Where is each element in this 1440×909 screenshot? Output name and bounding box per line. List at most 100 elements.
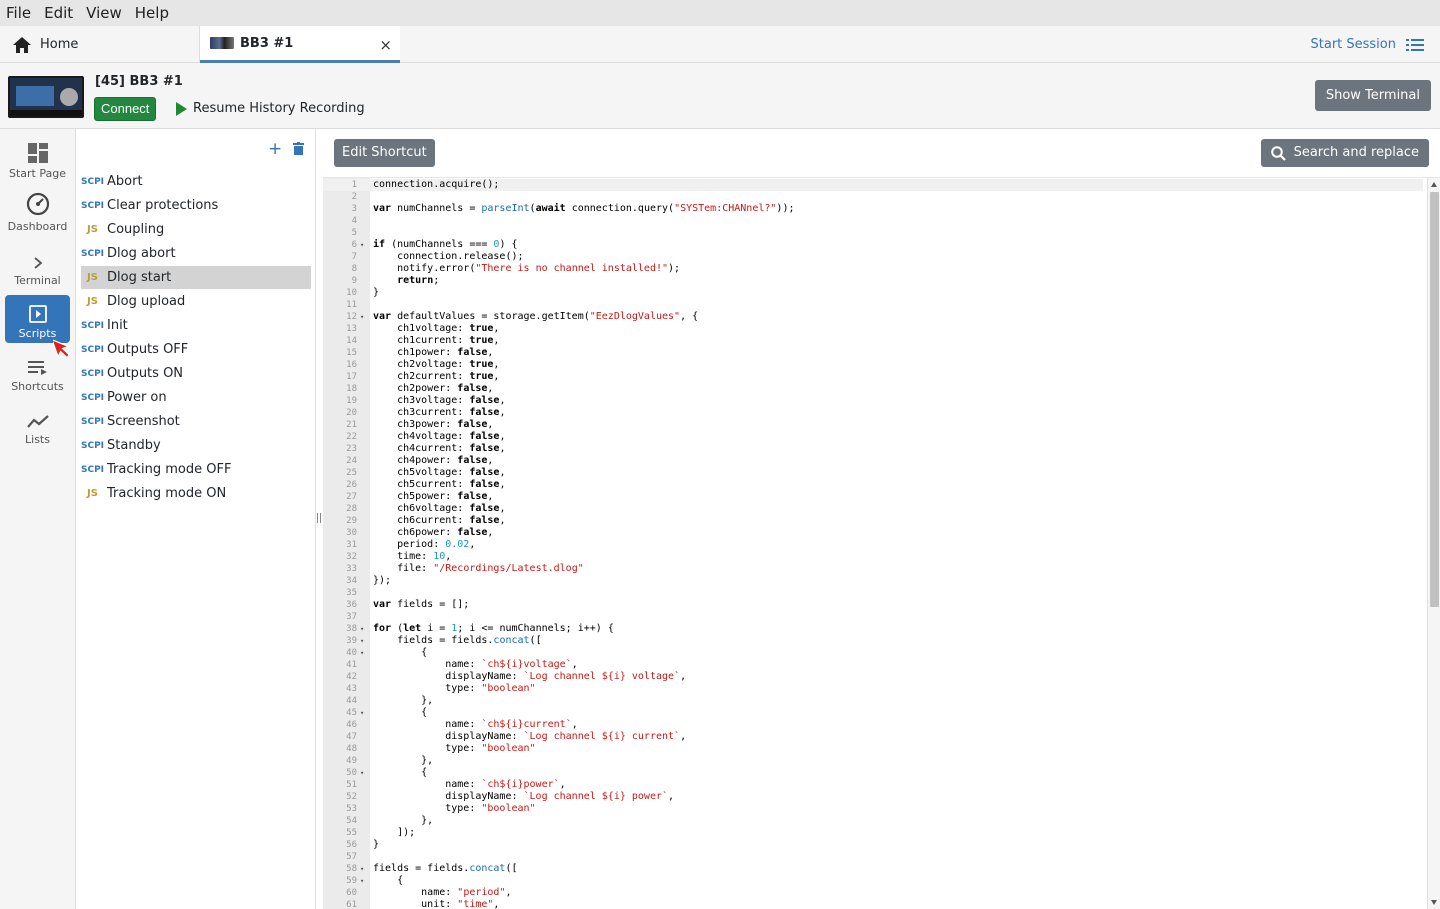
search-replace-button[interactable]: Search and replace [1260,139,1429,167]
play-box-icon [28,305,47,323]
code-text: connection.acquire(); [373,179,500,190]
script-item[interactable]: SCPI Init [81,314,311,337]
line-number: 21 [346,420,357,430]
script-item[interactable]: SCPI Screenshot [81,410,311,433]
line-number: 19 [346,396,357,406]
menu-view[interactable]: View [86,4,122,22]
trash-icon[interactable] [293,142,304,155]
code-line: 46 name: `ch${i}current`, [323,719,1423,731]
code-text: ch4current: false, [373,443,506,454]
code-line: 21 ch3power: false, [323,419,1423,431]
start-session-button[interactable]: Start Session [1311,37,1424,52]
script-item[interactable]: SCPI Abort [81,170,311,193]
code-text: ch3current: false, [373,407,506,418]
script-item[interactable]: SCPI Outputs ON [81,362,311,385]
code-line: 54 }, [323,815,1423,827]
tab-home-label: Home [40,37,79,52]
fold-toggle-icon[interactable]: ▾ [360,647,364,659]
script-item[interactable]: SCPI Power on [81,386,311,409]
instrument-title: [45] BB3 #1 [95,74,183,89]
connect-button[interactable]: Connect [94,97,157,121]
line-number: 54 [346,816,357,826]
line-number: 12 [346,312,357,322]
code-text: ch5voltage: false, [373,467,506,478]
nav-lists[interactable]: Lists [5,401,70,449]
nav-label: Lists [25,433,50,446]
line-number: 1 [351,180,357,190]
line-number: 48 [346,744,357,754]
nav-dashboard[interactable]: Dashboard [5,188,70,236]
script-item[interactable]: JS Dlog upload [81,290,311,313]
tab-instrument-label: BB3 #1 [240,35,294,51]
show-terminal-button[interactable]: Show Terminal [1314,80,1431,111]
panel-splitter[interactable] [317,513,321,523]
code-line: 61 unit: "time", [323,899,1423,909]
script-item[interactable]: SCPI Outputs OFF [81,338,311,361]
script-list-toolbar: + [76,129,315,169]
code-line: 24 ch4power: false, [323,455,1423,467]
script-item[interactable]: JS Coupling [81,218,311,241]
line-number: 49 [346,756,357,766]
script-item[interactable]: SCPI Tracking mode OFF [81,458,311,481]
script-type-badge: JS [87,224,98,235]
fold-toggle-icon[interactable]: ▾ [360,863,364,875]
fold-toggle-icon[interactable]: ▾ [360,767,364,779]
edit-shortcut-button[interactable]: Edit Shortcut [334,139,435,167]
code-line: 22 ch4voltage: false, [323,431,1423,443]
script-item[interactable]: JS Tracking mode ON [81,482,311,505]
code-line: 27 ch5power: false, [323,491,1423,503]
code-editor[interactable]: 1 connection.acquire(); 2 3 var numChannels … [323,177,1440,909]
tab-home[interactable]: Home [0,26,200,63]
code-text: displayName: `Log channel ${i} power`, [373,791,675,802]
resume-history-button[interactable]: Resume History Recording [176,101,365,116]
fold-toggle-icon[interactable]: ▾ [360,707,364,719]
scroll-thumb[interactable] [1430,192,1439,607]
script-item[interactable]: SCPI Standby [81,434,311,457]
close-icon[interactable]: × [379,36,392,54]
script-name: Dlog upload [107,294,186,309]
code-line: 50 ▾ { [323,767,1423,779]
code-line: 60 name: "period", [323,887,1423,899]
tab-instrument[interactable]: BB3 #1 × [200,26,400,63]
menu-edit[interactable]: Edit [44,4,73,22]
mouse-cursor-icon [53,338,70,359]
fold-toggle-icon[interactable]: ▾ [360,635,364,647]
menu-file[interactable]: File [6,4,31,22]
line-number: 5 [351,228,357,238]
scroll-up-icon[interactable] [1431,182,1437,187]
script-item[interactable]: SCPI Clear protections [81,194,311,217]
code-text: ch4power: false, [373,455,494,466]
script-item[interactable]: JS Dlog start [81,266,311,289]
fold-toggle-icon[interactable]: ▾ [360,623,364,635]
fold-toggle-icon[interactable]: ▾ [360,311,364,323]
code-line: 25 ch5voltage: false, [323,467,1423,479]
trend-line-icon [26,415,49,428]
grid-icon [27,143,48,163]
script-type-badge: SCPI [81,248,105,259]
line-number: 31 [346,540,357,550]
nav-terminal[interactable]: Terminal [5,242,70,290]
code-text: unit: "time", [373,899,500,909]
line-number: 4 [351,216,357,226]
code-text: return; [397,275,440,286]
add-icon[interactable]: + [268,139,282,159]
line-number: 16 [346,360,357,370]
line-number: 20 [346,408,357,418]
menu-help[interactable]: Help [135,4,169,22]
code-text: ch3voltage: false, [373,395,506,406]
line-number: 52 [346,792,357,802]
scroll-down-icon[interactable] [1431,900,1437,905]
fold-toggle-icon[interactable]: ▾ [360,875,364,887]
fold-toggle-icon[interactable]: ▾ [360,239,364,251]
script-name: Power on [107,390,167,405]
editor-scrollbar[interactable] [1427,178,1440,909]
line-number: 50 [346,768,357,778]
code-text: }); [373,575,392,586]
script-name: Tracking mode ON [107,486,227,501]
script-type-badge: SCPI [81,392,105,403]
nav-start-page[interactable]: Start Page [5,135,70,183]
script-item[interactable]: SCPI Dlog abort [81,242,311,265]
code-line: 35 [323,587,1423,599]
line-number: 39 [346,636,357,646]
code-line: 14 ch1current: true, [323,335,1423,347]
